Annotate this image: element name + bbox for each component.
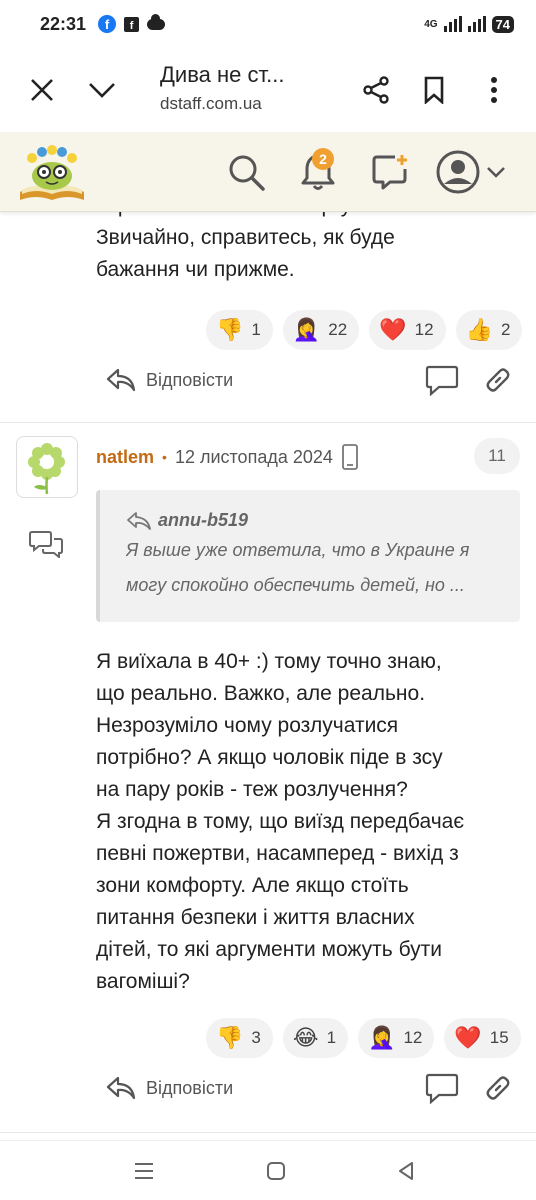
reaction-count: 2	[500, 320, 511, 339]
quote-text-line: могу спокойно обеспечить детей, но ...	[126, 575, 465, 595]
recent-apps-icon[interactable]	[126, 1153, 162, 1189]
back-icon[interactable]	[388, 1153, 424, 1189]
reaction-facepalm[interactable]: 🤦‍♀️ 12	[358, 1018, 435, 1058]
online-dot: •	[162, 449, 167, 465]
dislike-emoji: 👎	[216, 317, 244, 342]
site-logo[interactable]	[18, 142, 86, 202]
comment-text-line: певні пожертви, насамперед - вихід з	[96, 842, 459, 865]
cloud-icon	[147, 13, 166, 30]
reaction-count: 1	[326, 1028, 337, 1047]
dislike-emoji: 👎	[216, 1025, 244, 1050]
reply-icon	[127, 511, 151, 530]
comment-number[interactable]: 11	[474, 438, 520, 474]
reaction-count: 12	[403, 1028, 423, 1047]
avatar[interactable]	[16, 436, 78, 498]
comment-text-line: на пару років - теж розлучення?	[96, 778, 408, 801]
comment-divider	[0, 422, 536, 423]
like-emoji: 👍	[465, 317, 493, 342]
mobile-device-icon	[341, 444, 358, 470]
reaction-laugh[interactable]: 😂 1	[282, 1018, 349, 1058]
comment-text-line: справлюсь - точно не аргумент.	[96, 212, 526, 222]
facepalm-emoji: 🤦‍♀️	[368, 1025, 396, 1050]
share-icon[interactable]	[356, 70, 396, 110]
home-icon[interactable]	[258, 1153, 294, 1189]
previous-comment-reactions: 👎 1 🤦‍♀️ 22 ❤️ 12 👍 2	[206, 310, 523, 350]
status-time: 22:31	[40, 13, 87, 34]
status-bar: 22:31 f f 4G 74	[0, 0, 536, 48]
browser-toolbar: Дива не ст... dstaff.com.ua	[0, 48, 536, 132]
site-header: 2	[0, 132, 536, 212]
heart-emoji: ❤️	[379, 317, 407, 342]
reply-label: Відповісти	[146, 1077, 234, 1098]
reply-label: Відповісти	[146, 369, 234, 390]
reaction-count: 3	[251, 1028, 261, 1047]
reaction-heart[interactable]: ❤️ 15	[444, 1018, 521, 1058]
comment-text-line: потрібно? А якщо чоловік піде в зсу	[96, 746, 443, 769]
comment-text-line: питання безпеки і життя власних	[96, 906, 415, 929]
quote-text-line: Я выше уже ответила, что в Украине я	[126, 540, 470, 560]
reaction-dislike[interactable]: 👎 1	[206, 310, 273, 350]
comment-date[interactable]: 12 листопада 2024	[175, 447, 333, 468]
comment-icon[interactable]	[424, 362, 460, 398]
network-type: 4G	[424, 18, 438, 30]
reply-button[interactable]: Відповісти	[106, 1076, 233, 1100]
comments-content: справлюсь - точно не аргумент. Звичайно,…	[0, 212, 536, 1140]
private-message-icon[interactable]	[28, 526, 64, 562]
comment-text-line: Я згодна в тому, що виїзд передбачає	[96, 810, 465, 833]
comment-text: Я виїхала в 40+ :) тому точно знаю, що р…	[96, 646, 524, 998]
comment-text-line: Я виїхала в 40+ :) тому точно знаю,	[96, 650, 442, 673]
facepalm-emoji: 🤦‍♀️	[292, 317, 321, 342]
page-title-block[interactable]: Дива не ст... dstaff.com.ua	[160, 62, 284, 114]
status-system-icons: 4G 74	[424, 15, 514, 33]
quote-author-line[interactable]: annu-b519	[126, 510, 506, 531]
link-icon[interactable]	[480, 1070, 516, 1106]
signal-icon	[443, 16, 462, 32]
close-icon[interactable]	[22, 70, 62, 110]
reaction-dislike[interactable]: 👎 3	[206, 1018, 273, 1058]
reaction-facepalm[interactable]: 🤦‍♀️ 22	[282, 310, 360, 350]
comment-text-line: Звичайно, справитесь, як буде	[96, 226, 395, 249]
previous-comment-text: справлюсь - точно не аргумент. Звичайно,…	[96, 212, 526, 286]
comment-text-line: дітей, то які аргументи можуть бути	[96, 938, 442, 961]
comment-header: natlem • 12 листопада 2024	[96, 444, 359, 470]
comment-text-line: Незрозуміло чому розлучатися	[96, 714, 399, 737]
comment-text-line: вагоміші?	[96, 970, 190, 993]
reaction-count: 1	[251, 320, 261, 339]
more-vert-icon[interactable]	[474, 70, 514, 110]
facebook-square-icon: f	[124, 16, 140, 32]
heart-emoji: ❤️	[454, 1025, 482, 1050]
chevron-down-icon[interactable]	[82, 70, 122, 110]
comment-text-line: бажання чи прижме.	[96, 258, 295, 281]
comment-text-line: що реально. Важко, але реально.	[96, 682, 426, 705]
status-notification-icons: f f	[98, 13, 166, 33]
comment-text-line: зони комфорту. Але якщо стоїть	[96, 874, 409, 897]
reaction-count: 22	[328, 320, 348, 339]
reply-icon	[106, 1076, 136, 1100]
page-title: Дива не ст...	[160, 62, 285, 87]
reply-icon	[106, 368, 136, 392]
reaction-count: 12	[414, 320, 434, 339]
battery-indicator: 74	[491, 15, 514, 33]
author-name[interactable]: natlem	[96, 447, 154, 468]
reaction-count: 15	[489, 1028, 509, 1047]
search-icon[interactable]	[222, 148, 270, 196]
comment-divider	[0, 1132, 536, 1133]
notifications-badge: 2	[312, 148, 334, 170]
quote-block: annu-b519 Я выше уже ответила, что в Укр…	[96, 490, 520, 622]
reaction-heart[interactable]: ❤️ 12	[369, 310, 446, 350]
quote-author: annu-b519	[158, 510, 249, 530]
signal-icon-2	[467, 16, 486, 32]
reply-button[interactable]: Відповісти	[106, 368, 233, 392]
laugh-emoji: 😂	[292, 1025, 319, 1050]
user-menu[interactable]	[436, 148, 516, 196]
new-message-icon[interactable]	[366, 148, 414, 196]
comment-reactions: 👎 3 😂 1 🤦‍♀️ 12 ❤️ 15	[206, 1018, 521, 1058]
link-icon[interactable]	[480, 362, 516, 398]
comment-icon[interactable]	[424, 1070, 460, 1106]
bookmark-icon[interactable]	[414, 70, 454, 110]
reaction-like[interactable]: 👍 2	[455, 310, 523, 350]
facebook-icon: f	[98, 15, 117, 33]
system-navigation-bar	[0, 1140, 536, 1200]
page-url: dstaff.com.ua	[160, 94, 262, 113]
